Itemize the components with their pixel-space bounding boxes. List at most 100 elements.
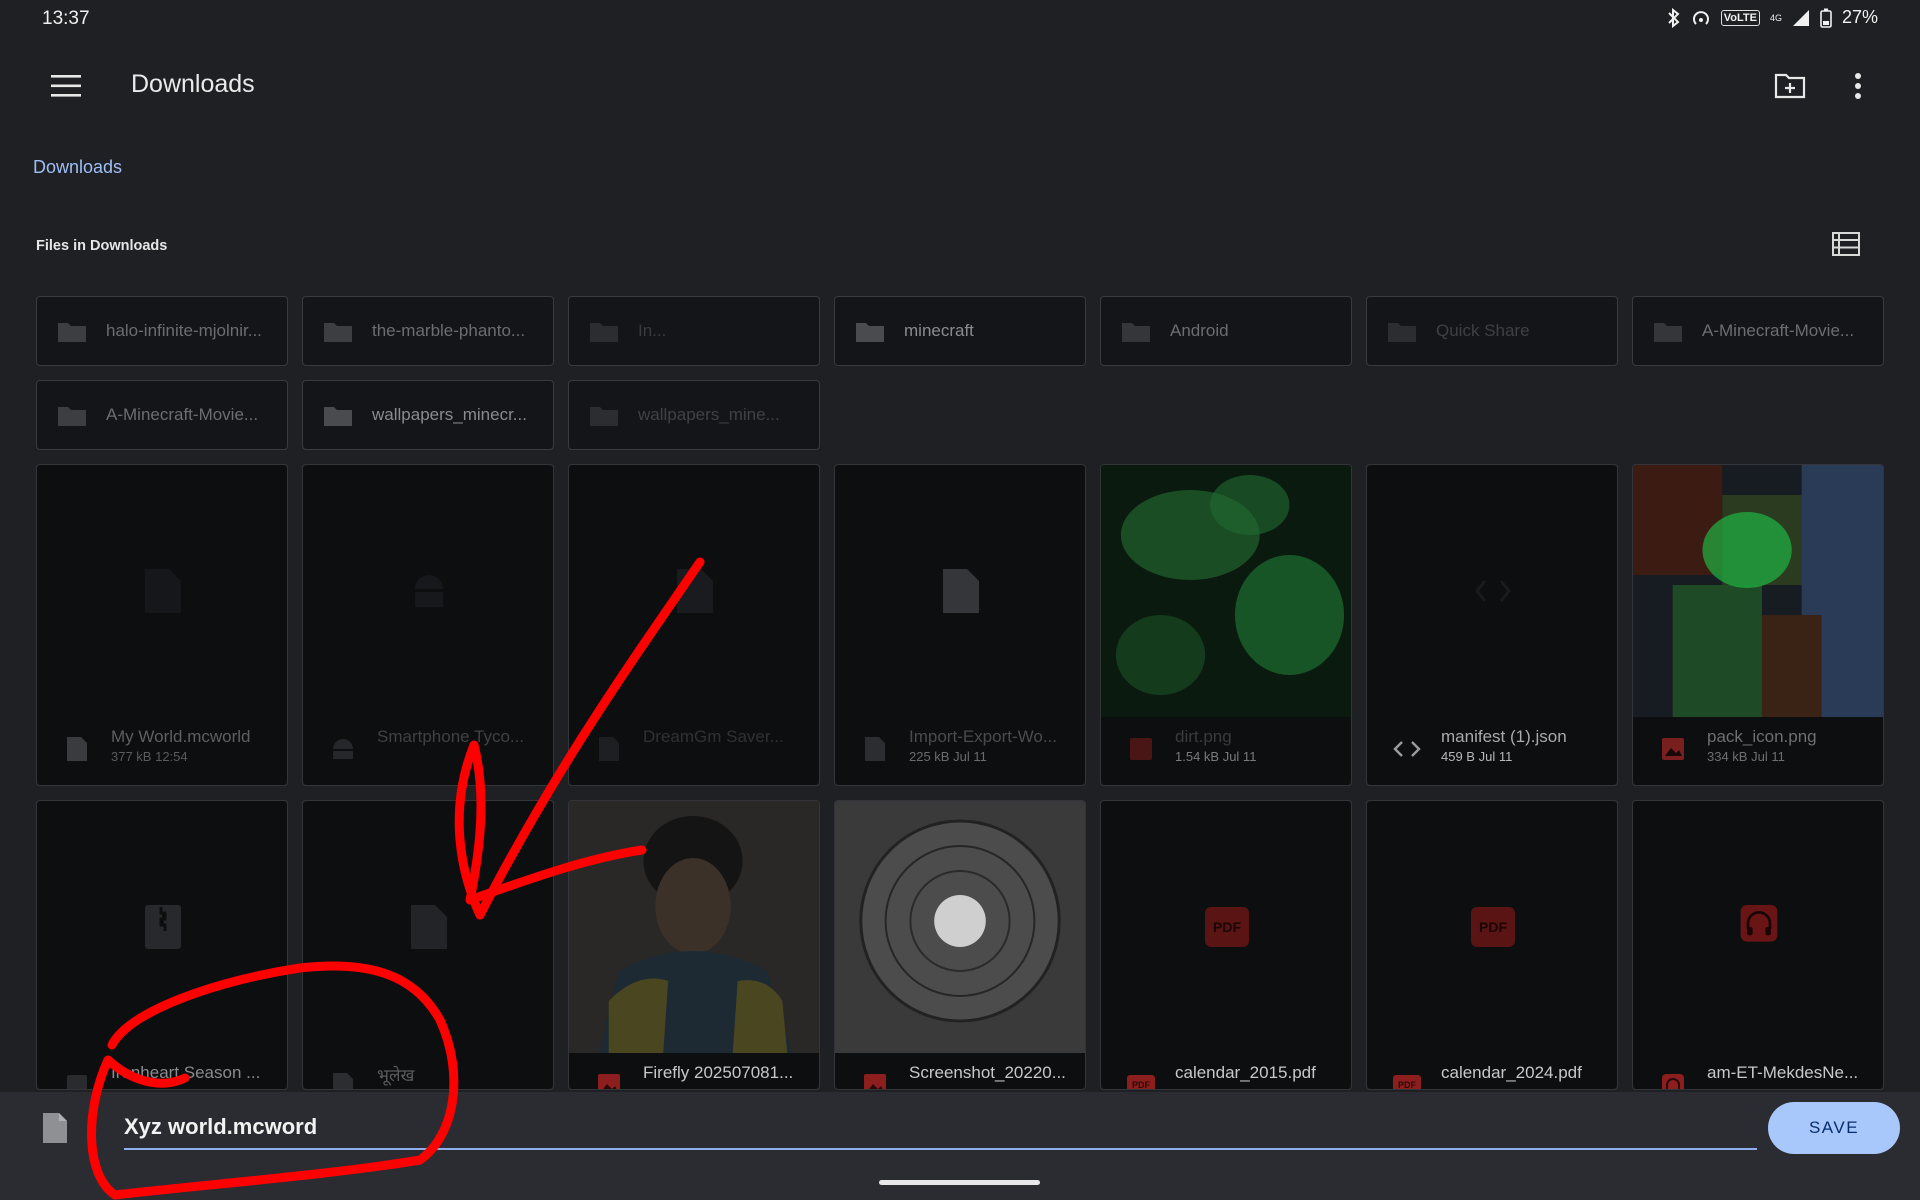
more-options-button[interactable] [1844, 66, 1872, 106]
bluetooth-icon [1668, 7, 1680, 28]
folder-name: minecraft [904, 321, 974, 340]
signal-icon [1792, 9, 1809, 26]
pdf-icon: PDF [1393, 1075, 1421, 1089]
new-folder-button[interactable] [1770, 66, 1810, 106]
folder-icon [856, 323, 884, 342]
file-card[interactable]: am-ET-MekdesNe... [1632, 800, 1884, 1090]
top-app-bar: Downloads [0, 36, 1920, 132]
battery-icon [1820, 8, 1832, 28]
file-card[interactable]: dirt.png 1.54 kB Jul 11 [1100, 464, 1352, 786]
folder-name: A-Minecraft-Movie... [106, 405, 259, 424]
file-name: Screenshot_20220... [909, 1063, 1066, 1082]
more-vert-icon [1855, 73, 1861, 99]
android-icon [415, 575, 443, 607]
folder-name: Android [1170, 321, 1229, 340]
image-icon [1662, 738, 1684, 760]
image-icon [864, 1074, 886, 1089]
file-card[interactable]: PDF PDF calendar_2024.pdf [1366, 800, 1618, 1090]
file-name: am-ET-MekdesNe... [1707, 1063, 1859, 1082]
file-name: calendar_2015.pdf [1175, 1063, 1316, 1082]
file-card[interactable]: PDF PDF calendar_2015.pdf [1100, 800, 1352, 1090]
folder-chip[interactable]: A-Minecraft-Movie... [36, 380, 288, 450]
file-name: भूलेख [377, 1066, 415, 1085]
status-icons: VoLTE 4G 27% [1667, 7, 1878, 28]
file-name: Smartphone Tyco... [377, 727, 525, 746]
image-thumbnail [1101, 465, 1351, 717]
menu-button[interactable] [42, 66, 90, 106]
file-meta: 334 kB Jul 11 [1707, 749, 1785, 764]
file-name: manifest (1).json [1441, 727, 1567, 746]
status-time: 13:37 [42, 8, 90, 29]
code-icon [1393, 741, 1421, 757]
folder-name: the-marble-phanto... [372, 321, 526, 340]
folder-chip[interactable]: the-marble-phanto... [302, 296, 554, 366]
status-bar: 13:37 VoLTE 4G 27% [0, 0, 1920, 36]
document-icon [43, 1113, 67, 1143]
folder-icon [58, 407, 86, 426]
file-meta: 459 B Jul 11 [1441, 749, 1513, 764]
file-icon [677, 569, 713, 613]
battery-percent: 27% [1841, 7, 1878, 27]
file-name: Ironheart Season ... [111, 1063, 261, 1082]
folder-chip[interactable]: halo-infinite-mjolnir... [36, 296, 288, 366]
menu-icon [51, 75, 81, 97]
pdf-icon: PDF [1205, 907, 1249, 947]
file-meta: 1.54 kB Jul 11 [1175, 749, 1257, 764]
section-label: Files in Downloads [36, 238, 168, 254]
folder-chip[interactable]: minecraft [834, 296, 1086, 366]
file-meta: 377 kB 12:54 [111, 749, 188, 764]
save-bar: SAVE [0, 1092, 1920, 1200]
list-view-icon [1832, 232, 1860, 256]
file-card[interactable]: manifest (1).json 459 B Jul 11 [1366, 464, 1618, 786]
file-name: Firefly 202507081... [643, 1063, 794, 1082]
file-name: My World.mcworld [111, 727, 251, 746]
folder-chip[interactable]: In... [568, 296, 820, 366]
folder-icon [1122, 323, 1150, 342]
file-card[interactable]: pack_icon.png 334 kB Jul 11 [1632, 464, 1884, 786]
folder-chip[interactable]: A-Minecraft-Movie... [1632, 296, 1884, 366]
file-name: DreamGm Saver... [643, 727, 784, 746]
network-type: 4G [1769, 12, 1782, 23]
folder-name: halo-infinite-mjolnir... [106, 321, 262, 340]
file-card[interactable]: My World.mcworld 377 kB 12:54 [36, 464, 288, 786]
folder-icon [590, 407, 618, 426]
android-icon [333, 739, 353, 759]
save-button[interactable]: SAVE [1768, 1102, 1900, 1154]
folder-chip[interactable]: wallpapers_mine... [568, 380, 820, 450]
new-folder-icon [1774, 73, 1806, 99]
pdf-icon: PDF [1127, 1075, 1155, 1089]
folder-icon [1388, 323, 1416, 342]
image-icon [1130, 738, 1152, 760]
file-card[interactable]: भूलेख [302, 800, 554, 1090]
breadcrumb[interactable]: Downloads [33, 157, 122, 178]
page-title: Downloads [131, 70, 255, 98]
folder-name: A-Minecraft-Movie... [1702, 321, 1855, 340]
file-card[interactable]: Firefly 202507081... [568, 800, 820, 1090]
file-icon [411, 905, 447, 949]
list-view-toggle[interactable] [1832, 232, 1862, 260]
file-type-icon [865, 737, 885, 761]
folder-name: wallpapers_mine... [638, 405, 780, 424]
file-type-icon [599, 737, 619, 761]
file-name: calendar_2024.pdf [1441, 1063, 1582, 1082]
headphones-icon [1740, 905, 1778, 942]
file-card[interactable]: Import-Export-Wo... 225 kB Jul 11 [834, 464, 1086, 786]
file-meta: 225 kB Jul 11 [909, 749, 987, 764]
file-icon [145, 569, 181, 613]
archive-icon [145, 905, 181, 949]
folder-chip[interactable]: wallpapers_minecr... [302, 380, 554, 450]
filename-input[interactable] [124, 1106, 1757, 1150]
file-card[interactable]: DreamGm Saver... [568, 464, 820, 786]
folder-icon [1654, 323, 1682, 342]
gesture-navigation-bar[interactable] [879, 1180, 1040, 1185]
file-card[interactable]: Screenshot_20220... [834, 800, 1086, 1090]
file-card[interactable]: Ironheart Season ... [36, 800, 288, 1090]
image-thumbnail [835, 801, 1085, 1053]
file-icon [943, 569, 979, 613]
audio-icon [1662, 1074, 1684, 1089]
folder-chip[interactable]: Android [1100, 296, 1352, 366]
file-name: pack_icon.png [1707, 727, 1817, 746]
file-card[interactable]: Smartphone Tyco... [302, 464, 554, 786]
file-name: dirt.png [1175, 727, 1232, 746]
folder-chip[interactable]: Quick Share [1366, 296, 1618, 366]
